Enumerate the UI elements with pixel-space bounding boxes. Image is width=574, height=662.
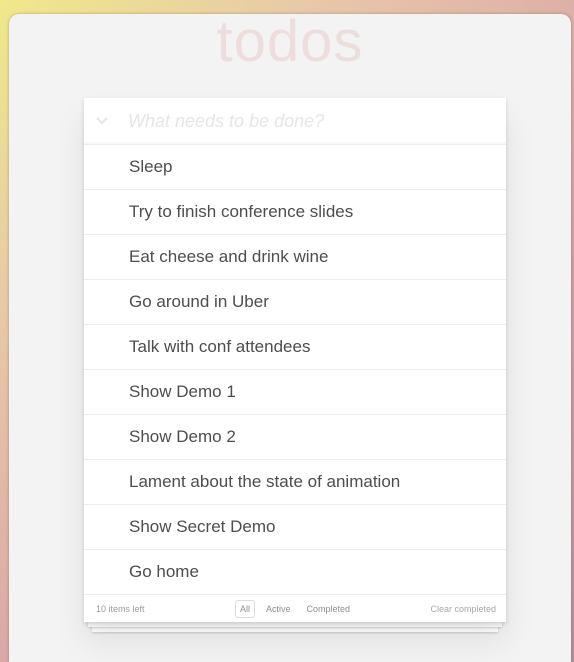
todo-item[interactable]: Go around in Uber — [84, 280, 506, 325]
todo-item[interactable]: Show Demo 1 — [84, 370, 506, 415]
todo-label: Show Demo 1 — [129, 382, 236, 401]
todo-item[interactable]: Lament about the state of animation — [84, 460, 506, 505]
todo-label: Go home — [129, 562, 199, 581]
clear-completed-button[interactable]: Clear completed — [430, 604, 496, 614]
app-title: todos — [216, 9, 364, 74]
todo-item[interactable]: Go home — [84, 550, 506, 595]
todo-label: Try to finish conference slides — [129, 202, 354, 221]
todo-item[interactable]: Eat cheese and drink wine — [84, 235, 506, 280]
filter-completed[interactable]: Completed — [302, 600, 356, 618]
todo-item[interactable]: Talk with conf attendees — [84, 325, 506, 370]
todo-label: Go around in Uber — [129, 292, 269, 311]
filter-all[interactable]: All — [234, 600, 255, 618]
todo-card: Sleep Try to finish conference slides Ea… — [84, 98, 506, 622]
new-todo-input[interactable] — [120, 110, 506, 132]
todo-label: Lament about the state of animation — [129, 472, 401, 491]
todo-footer: 10 items left All Active Completed Clear… — [84, 595, 506, 623]
todo-label: Show Secret Demo — [129, 517, 276, 536]
todo-label: Eat cheese and drink wine — [129, 247, 329, 266]
todo-item[interactable]: Try to finish conference slides — [84, 190, 506, 235]
new-todo-row — [84, 98, 506, 145]
todo-label: Talk with conf attendees — [129, 337, 311, 356]
todo-label: Sleep — [129, 157, 173, 176]
todo-item[interactable]: Show Demo 2 — [84, 415, 506, 460]
todo-item[interactable]: Show Secret Demo — [84, 505, 506, 550]
chevron-down-icon — [96, 112, 108, 130]
toggle-all-button[interactable] — [84, 98, 120, 144]
app-window: todos Sleep Try to finish conference sli… — [9, 9, 571, 662]
filter-active[interactable]: Active — [261, 600, 296, 618]
todo-list: Sleep Try to finish conference slides Ea… — [84, 145, 506, 595]
todo-item[interactable]: Sleep — [84, 145, 506, 190]
todo-label: Show Demo 2 — [129, 427, 236, 446]
